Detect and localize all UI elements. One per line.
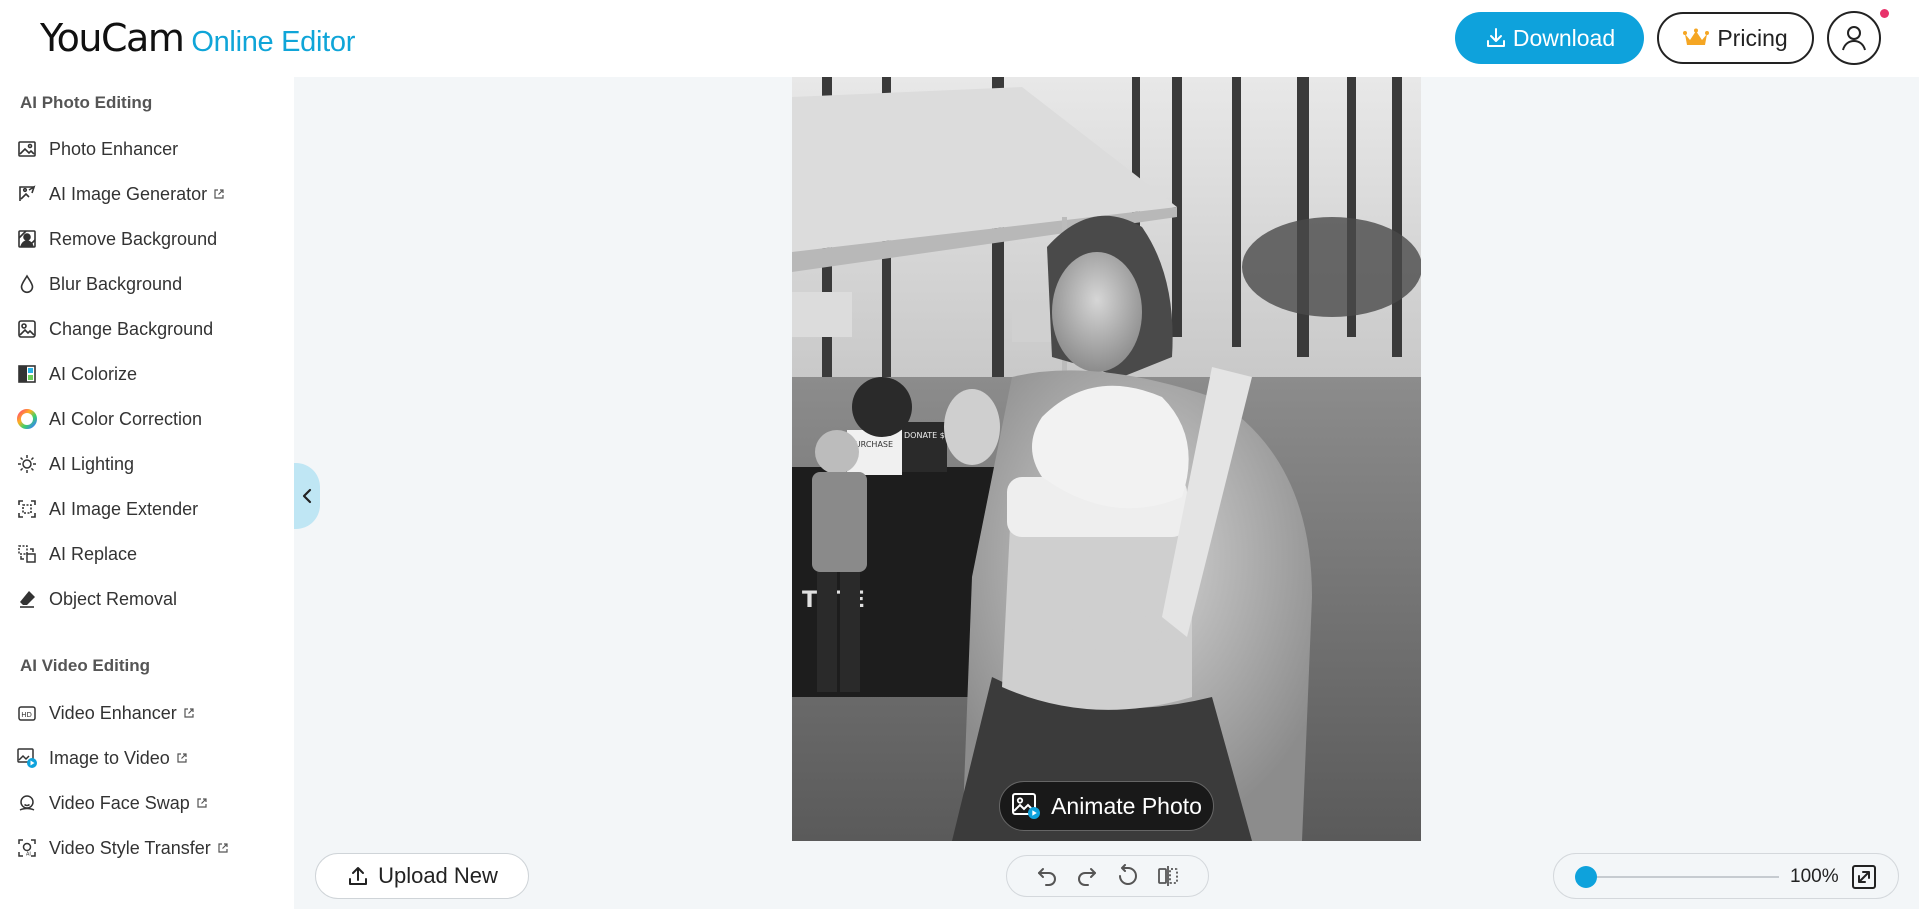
color-wheel-icon — [16, 408, 38, 430]
sidebar-item-ai-image-extender[interactable]: AI Image Extender — [16, 492, 198, 526]
undo-button[interactable] — [1032, 861, 1062, 891]
sidebar-item-label: Blur Background — [49, 273, 183, 294]
sidebar-item-label: Remove Background — [49, 228, 218, 249]
sidebar-item-ai-colorize[interactable]: AI Colorize — [16, 357, 137, 391]
sidebar-item-change-background[interactable]: Change Background — [16, 312, 213, 346]
svg-text:AI: AI — [26, 852, 31, 858]
image-extender-icon — [16, 498, 38, 520]
svg-text:HD: HD — [21, 711, 32, 719]
edited-photo: TUTE PURCHASE DONATE $1 — [792, 77, 1421, 841]
notification-dot — [1880, 9, 1889, 18]
chevron-left-icon — [302, 488, 312, 504]
sidebar-item-video-face-swap[interactable]: Video Face Swap — [16, 786, 208, 820]
style-transfer-icon: AI — [16, 837, 38, 859]
compare-button[interactable] — [1153, 861, 1183, 891]
expand-icon — [1852, 865, 1876, 889]
sidebar-item-image-to-video[interactable]: Image to Video — [16, 741, 188, 775]
zoom-value: 100% — [1790, 866, 1839, 887]
sidebar-item-label: Video Face Swap — [49, 792, 190, 813]
sidebar: AI Photo Editing Photo Enhancer AI Image… — [0, 77, 294, 909]
edit-toolbar — [1006, 855, 1209, 897]
animate-photo-label: Animate Photo — [1051, 792, 1202, 819]
sidebar-item-label: AI Replace — [49, 543, 138, 564]
sidebar-item-label: Video Enhancer — [49, 702, 177, 723]
sidebar-item-video-style-transfer[interactable]: AI Video Style Transfer — [16, 831, 229, 865]
ai-replace-icon — [16, 543, 38, 565]
user-icon — [1842, 26, 1866, 51]
sidebar-item-ai-replace[interactable]: AI Replace — [16, 537, 137, 571]
ai-image-generator-icon — [16, 183, 38, 205]
reset-button[interactable] — [1113, 861, 1143, 891]
download-icon — [1486, 28, 1505, 47]
external-link-icon — [214, 189, 224, 199]
logo-main-text: YouCam — [40, 16, 185, 60]
animate-photo-button[interactable]: Animate Photo — [999, 781, 1214, 831]
zoom-slider-knob[interactable] — [1575, 866, 1597, 888]
change-background-icon — [16, 318, 38, 340]
sidebar-item-label: AI Lighting — [49, 453, 135, 474]
top-header: YouCam Online Editor Download Pricing — [0, 0, 1919, 77]
sidebar-item-ai-image-generator[interactable]: AI Image Generator — [16, 177, 225, 211]
pricing-button[interactable]: Pricing — [1657, 12, 1814, 64]
face-swap-icon — [16, 792, 38, 814]
fit-screen-button[interactable] — [1850, 863, 1878, 891]
account-button[interactable] — [1827, 11, 1881, 65]
crown-icon — [1683, 28, 1710, 45]
sidebar-item-remove-background[interactable]: Remove Background — [16, 222, 217, 256]
colorize-icon — [16, 363, 38, 385]
sidebar-item-ai-color-correction[interactable]: AI Color Correction — [16, 402, 202, 436]
sidebar-item-label: Image to Video — [49, 747, 170, 768]
sidebar-item-label: Photo Enhancer — [49, 138, 179, 159]
reset-icon — [1118, 864, 1137, 885]
download-label: Download — [1512, 24, 1616, 51]
external-link-icon — [177, 753, 187, 763]
sidebar-item-label: Change Background — [49, 318, 214, 339]
pricing-label: Pricing — [1717, 24, 1788, 51]
external-link-icon — [184, 708, 194, 718]
section-title-video: AI Video Editing — [20, 656, 151, 675]
zoom-control: 100% — [1553, 853, 1899, 899]
youcam-logo[interactable]: YouCam Online Editor — [40, 16, 355, 60]
zoom-slider-track[interactable] — [1584, 876, 1779, 878]
compare-icon — [1158, 866, 1179, 886]
animate-photo-icon — [1012, 793, 1041, 819]
sidebar-item-label: AI Image Extender — [49, 498, 199, 519]
hd-video-icon: HD — [16, 702, 38, 724]
photo-enhancer-icon — [16, 138, 38, 160]
sidebar-item-label: AI Image Generator — [49, 183, 208, 204]
sidebar-item-label: AI Color Correction — [49, 408, 203, 429]
redo-button[interactable] — [1072, 861, 1102, 891]
sidebar-item-photo-enhancer[interactable]: Photo Enhancer — [16, 132, 178, 166]
upload-icon — [349, 867, 368, 885]
photo-card-2: DONATE $1 — [904, 431, 950, 440]
external-link-icon — [197, 798, 207, 808]
sidebar-item-label: Video Style Transfer — [49, 837, 211, 858]
external-link-icon — [218, 843, 228, 853]
sidebar-item-label: Object Removal — [49, 588, 178, 609]
sidebar-item-video-enhancer[interactable]: HD Video Enhancer — [16, 696, 195, 730]
sidebar-item-label: AI Colorize — [49, 363, 138, 384]
image-to-video-icon — [16, 747, 38, 769]
sidebar-item-blur-background[interactable]: Blur Background — [16, 267, 182, 301]
redo-icon — [1078, 868, 1097, 886]
section-title-photo: AI Photo Editing — [20, 93, 153, 112]
upload-new-button[interactable]: Upload New — [315, 853, 529, 899]
eraser-icon — [16, 588, 38, 610]
sidebar-item-ai-lighting[interactable]: AI Lighting — [16, 447, 134, 481]
logo-sub-text: Online Editor — [191, 26, 356, 58]
sidebar-item-object-removal[interactable]: Object Removal — [16, 582, 177, 616]
remove-background-icon — [16, 228, 38, 250]
undo-icon — [1037, 868, 1056, 886]
lightbulb-icon — [16, 453, 38, 475]
download-button[interactable]: Download — [1455, 12, 1644, 64]
upload-new-label: Upload New — [378, 863, 498, 888]
blur-drop-icon — [16, 273, 38, 295]
